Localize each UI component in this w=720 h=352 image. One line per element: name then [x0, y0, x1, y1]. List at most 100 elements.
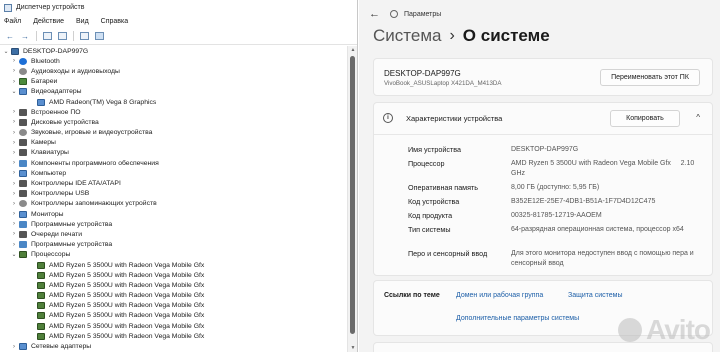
chevron-right-icon[interactable]: ›	[10, 79, 18, 85]
device-model: VivoBook_ASUSLaptop X421DA_M413DA	[384, 80, 502, 87]
settings-gear-icon	[390, 10, 398, 18]
chevron-down-icon[interactable]: ⌄	[2, 48, 10, 55]
tree-item-label: Компьютер	[31, 169, 67, 177]
chevron-right-icon[interactable]: ›	[10, 221, 18, 227]
chevron-right-icon[interactable]: ›	[10, 150, 18, 156]
tree-item-label: Камеры	[31, 139, 56, 147]
spec-row: Код устройства B352E12E-25E7-4DB1-B51A-1…	[408, 197, 702, 207]
advanced-system-settings-link[interactable]: Дополнительные параметры системы	[456, 315, 579, 322]
scan-icon[interactable]	[78, 30, 90, 42]
tree-item[interactable]: ⌄ DESKTOP-DAP997G	[0, 46, 347, 56]
tree-item[interactable]: › Компоненты программного обеспечения	[0, 158, 347, 168]
copy-button[interactable]: Копировать	[610, 110, 680, 127]
tree-item-label: Аудиовходы и аудиовыходы	[31, 67, 120, 75]
tree-item[interactable]: › Встроенное ПО	[0, 107, 347, 117]
menu-view[interactable]: Вид	[76, 18, 89, 25]
chevron-right-icon[interactable]: ›	[10, 231, 18, 237]
tree-item-label: AMD Ryzen 5 3500U with Radeon Vega Mobil…	[49, 261, 205, 269]
dark-device-icon	[19, 230, 27, 238]
tree-item[interactable]: › Батареи	[0, 77, 347, 87]
tree-item[interactable]: AMD Ryzen 5 3500U with Radeon Vega Mobil…	[0, 270, 347, 280]
chevron-down-icon[interactable]: ⌄	[10, 88, 18, 95]
chevron-right-icon[interactable]: ›	[10, 181, 18, 187]
tree-item-label: DESKTOP-DAP997G	[23, 47, 89, 55]
tree-item[interactable]: › Контроллеры запоминающих устройств	[0, 199, 347, 209]
chevron-right-icon[interactable]: ›	[10, 119, 18, 125]
tree-item[interactable]: › Программные устройства	[0, 219, 347, 229]
dm-scrollbar[interactable]: ▲ ▼	[347, 46, 357, 352]
menu-action[interactable]: Действие	[33, 18, 64, 25]
chevron-up-icon[interactable]: ^	[696, 113, 700, 122]
tree-item[interactable]: › Клавиатуры	[0, 148, 347, 158]
cpu-device-icon	[37, 302, 45, 310]
cpu-device-icon	[37, 312, 45, 320]
bt-device-icon	[19, 57, 27, 65]
tree-item[interactable]: › Сетевые адаптеры	[0, 341, 347, 351]
tree-item[interactable]: AMD Ryzen 5 3500U with Radeon Vega Mobil…	[0, 331, 347, 341]
tree-item[interactable]: AMD Ryzen 5 3500U with Radeon Vega Mobil…	[0, 311, 347, 321]
specs-header[interactable]: i Характеристики устройства Копировать ^	[374, 103, 712, 135]
domain-workgroup-link[interactable]: Домен или рабочая группа	[456, 292, 543, 299]
chevron-right-icon[interactable]: ›	[10, 58, 18, 64]
chevron-right-icon[interactable]: ›	[10, 130, 18, 136]
back-arrow-icon[interactable]: ←	[369, 8, 380, 20]
tree-item[interactable]: › Звуковые, игровые и видеоустройства	[0, 128, 347, 138]
tree-item[interactable]: › Камеры	[0, 138, 347, 148]
dark-device-icon	[19, 149, 27, 157]
chevron-right-icon[interactable]: ›	[10, 160, 18, 166]
forward-arrow-icon[interactable]: →	[19, 30, 31, 42]
chevron-right-icon[interactable]: ›	[10, 170, 18, 176]
chevron-right-icon[interactable]: ›	[10, 201, 18, 207]
scroll-down-icon[interactable]: ▼	[348, 345, 357, 351]
tree-item-label: Программные устройства	[31, 241, 113, 249]
chevron-right-icon[interactable]: ›	[10, 68, 18, 74]
chevron-right-icon[interactable]: ›	[10, 191, 18, 197]
tree-item[interactable]: › Bluetooth	[0, 56, 347, 66]
spec-row: Тип системы 64-разрядная операционная си…	[408, 225, 702, 235]
tree-item[interactable]: AMD Radeon(TM) Vega 8 Graphics	[0, 97, 347, 107]
properties-icon[interactable]	[41, 30, 53, 42]
monitor-device-icon	[19, 210, 27, 218]
tree-item[interactable]: AMD Ryzen 5 3500U with Radeon Vega Mobil…	[0, 260, 347, 270]
tree-item[interactable]: › Компьютер	[0, 168, 347, 178]
chevron-right-icon[interactable]: ›	[10, 344, 18, 350]
tree-item-label: Компоненты программного обеспечения	[31, 159, 159, 167]
tree-item-label: Звуковые, игровые и видеоустройства	[31, 129, 153, 137]
tree-item[interactable]: › Контроллеры IDE ATA/ATAPI	[0, 178, 347, 188]
chevron-right-icon[interactable]: ›	[10, 140, 18, 146]
chevron-right-icon[interactable]: ›	[10, 211, 18, 217]
tree-item[interactable]: › Дисковые устройства	[0, 117, 347, 127]
spec-row: Процессор AMD Ryzen 5 3500U with Radeon …	[408, 159, 702, 179]
avito-watermark: Avito	[618, 314, 711, 346]
tree-item[interactable]: AMD Ryzen 5 3500U with Radeon Vega Mobil…	[0, 321, 347, 331]
breadcrumb: Система › О системе	[373, 26, 550, 46]
back-arrow-icon[interactable]: ←	[4, 30, 16, 42]
tree-item-label: Батареи	[31, 78, 58, 86]
tree-item[interactable]: › Аудиовходы и аудиовыходы	[0, 66, 347, 76]
rename-pc-button[interactable]: Переименовать этот ПК	[600, 69, 700, 86]
monitor-icon[interactable]	[93, 30, 105, 42]
chevron-right-icon[interactable]: ›	[10, 109, 18, 115]
spec-key: Имя устройства	[408, 145, 462, 154]
tree-item[interactable]: AMD Ryzen 5 3500U with Radeon Vega Mobil…	[0, 301, 347, 311]
scroll-up-icon[interactable]: ▲	[348, 47, 357, 53]
help-icon[interactable]	[56, 30, 68, 42]
spec-key: Код продукта	[408, 211, 453, 220]
gear-device-icon	[19, 129, 27, 137]
tree-item[interactable]: › Программные устройства	[0, 240, 347, 250]
tree-item[interactable]: › Очереди печати	[0, 229, 347, 239]
chevron-down-icon[interactable]: ⌄	[10, 251, 18, 258]
scrollbar-thumb[interactable]	[350, 56, 355, 334]
breadcrumb-system[interactable]: Система	[373, 26, 441, 46]
tree-item[interactable]: › Мониторы	[0, 209, 347, 219]
tree-item-label: Мониторы	[31, 210, 64, 218]
system-protection-link[interactable]: Защита системы	[568, 292, 623, 299]
tree-item[interactable]: ⌄ Видеоадаптеры	[0, 87, 347, 97]
menu-file[interactable]: Файл	[4, 18, 21, 25]
tree-item[interactable]: › Контроллеры USB	[0, 189, 347, 199]
chevron-right-icon[interactable]: ›	[10, 242, 18, 248]
menu-help[interactable]: Справка	[101, 18, 128, 25]
tree-item[interactable]: ⌄ Процессоры	[0, 250, 347, 260]
tree-item[interactable]: AMD Ryzen 5 3500U with Radeon Vega Mobil…	[0, 280, 347, 290]
tree-item[interactable]: AMD Ryzen 5 3500U with Radeon Vega Mobil…	[0, 291, 347, 301]
